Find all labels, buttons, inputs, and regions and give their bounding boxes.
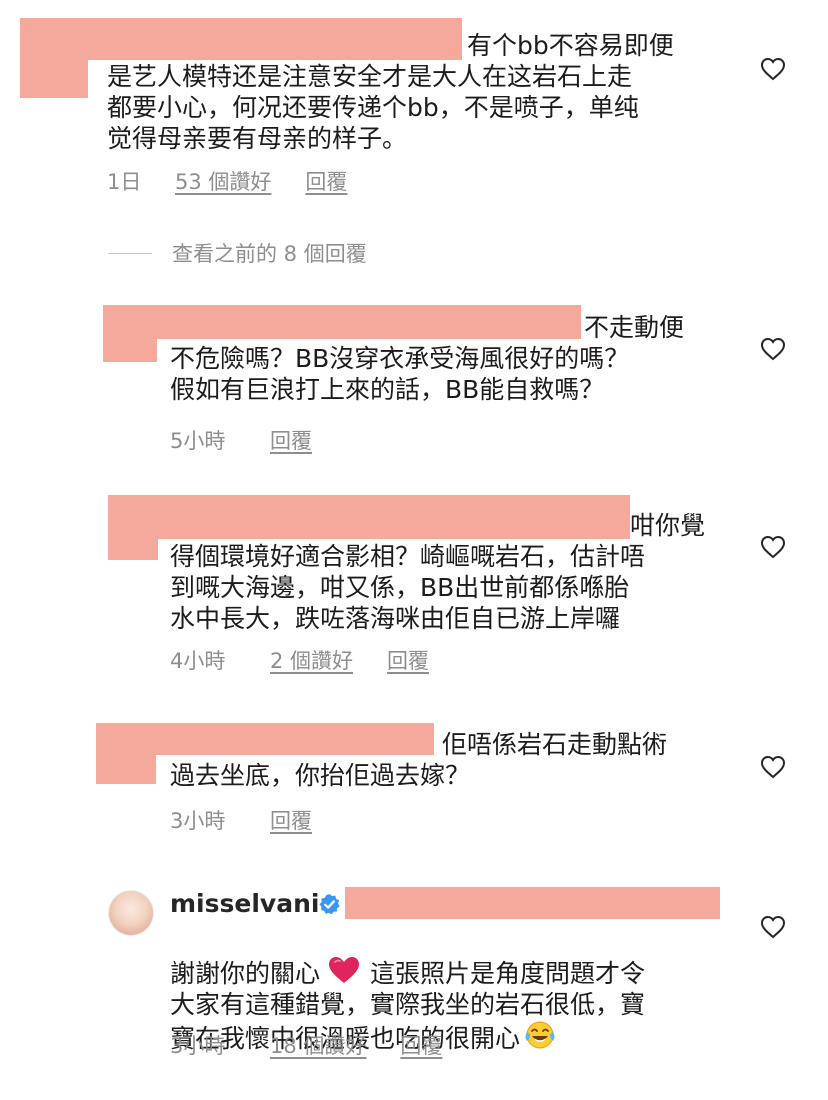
avatar[interactable]	[108, 890, 154, 936]
redacted-username	[96, 754, 156, 784]
username-link[interactable]: misselvani	[170, 889, 319, 918]
comment-text: 咁你覺 得個環境好適合影相？崎嶇嘅岩石，估計唔 到嘅大海邊，咁又係，BB出世前都…	[170, 511, 706, 633]
redacted-username	[20, 58, 88, 98]
reply-button[interactable]: 回覆	[270, 805, 312, 835]
reply-text-part1: 謝謝你的關心	[170, 959, 321, 988]
comment-meta: 4小時 2 個讚好 回覆	[170, 645, 429, 675]
likes-count-link[interactable]: 18 個讚好	[270, 1030, 366, 1060]
heart-icon[interactable]	[760, 535, 786, 559]
divider-line	[108, 252, 152, 254]
comment-text: 有个bb不容易即便 是艺人模特还是注意安全才是大人在这岩石上走 都要小心，何况还…	[107, 31, 674, 153]
tears-of-joy-emoji-icon	[525, 1021, 555, 1049]
comment-time: 4小時	[170, 649, 226, 673]
likes-count-link[interactable]: 53 個讚好	[175, 166, 271, 196]
heart-icon[interactable]	[760, 915, 786, 939]
redacted-mention	[345, 887, 720, 919]
reply-button[interactable]: 回覆	[400, 1030, 442, 1060]
comment-time: 3小時	[170, 809, 226, 833]
comment-text: 佢唔係岩石走動點術 過去坐底，你抬佢過去嫁？	[170, 730, 668, 790]
comment-meta: 1日 53 個讚好 回覆	[107, 166, 347, 196]
reply-time: 3小時	[170, 1034, 226, 1058]
comment-time: 1日	[107, 170, 142, 194]
view-previous-replies-button[interactable]: 查看之前的 8 個回覆	[108, 238, 367, 268]
heart-icon[interactable]	[760, 755, 786, 779]
red-heart-emoji-icon	[329, 957, 360, 983]
comment-text: 不走動便 不危險嗎？BB沒穿衣承受海風很好的嗎？ 假如有巨浪打上來的話，BB能自…	[170, 313, 685, 404]
redacted-username	[103, 338, 157, 362]
verified-badge-icon	[319, 893, 340, 915]
heart-icon[interactable]	[760, 337, 786, 361]
comment-meta: 3小時 回覆	[170, 805, 312, 835]
reply-meta: 3小時 18 個讚好 回覆	[170, 1030, 442, 1060]
reply-button[interactable]: 回覆	[305, 166, 347, 196]
comment-meta: 5小時 回覆	[170, 425, 312, 455]
view-previous-label: 查看之前的 8 個回覆	[172, 242, 367, 266]
reply-button[interactable]: 回覆	[387, 645, 429, 675]
reply-button[interactable]: 回覆	[270, 425, 312, 455]
redacted-username	[108, 538, 158, 560]
comment-time: 5小時	[170, 429, 226, 453]
likes-count-link[interactable]: 2 個讚好	[270, 645, 353, 675]
heart-icon[interactable]	[760, 57, 786, 81]
